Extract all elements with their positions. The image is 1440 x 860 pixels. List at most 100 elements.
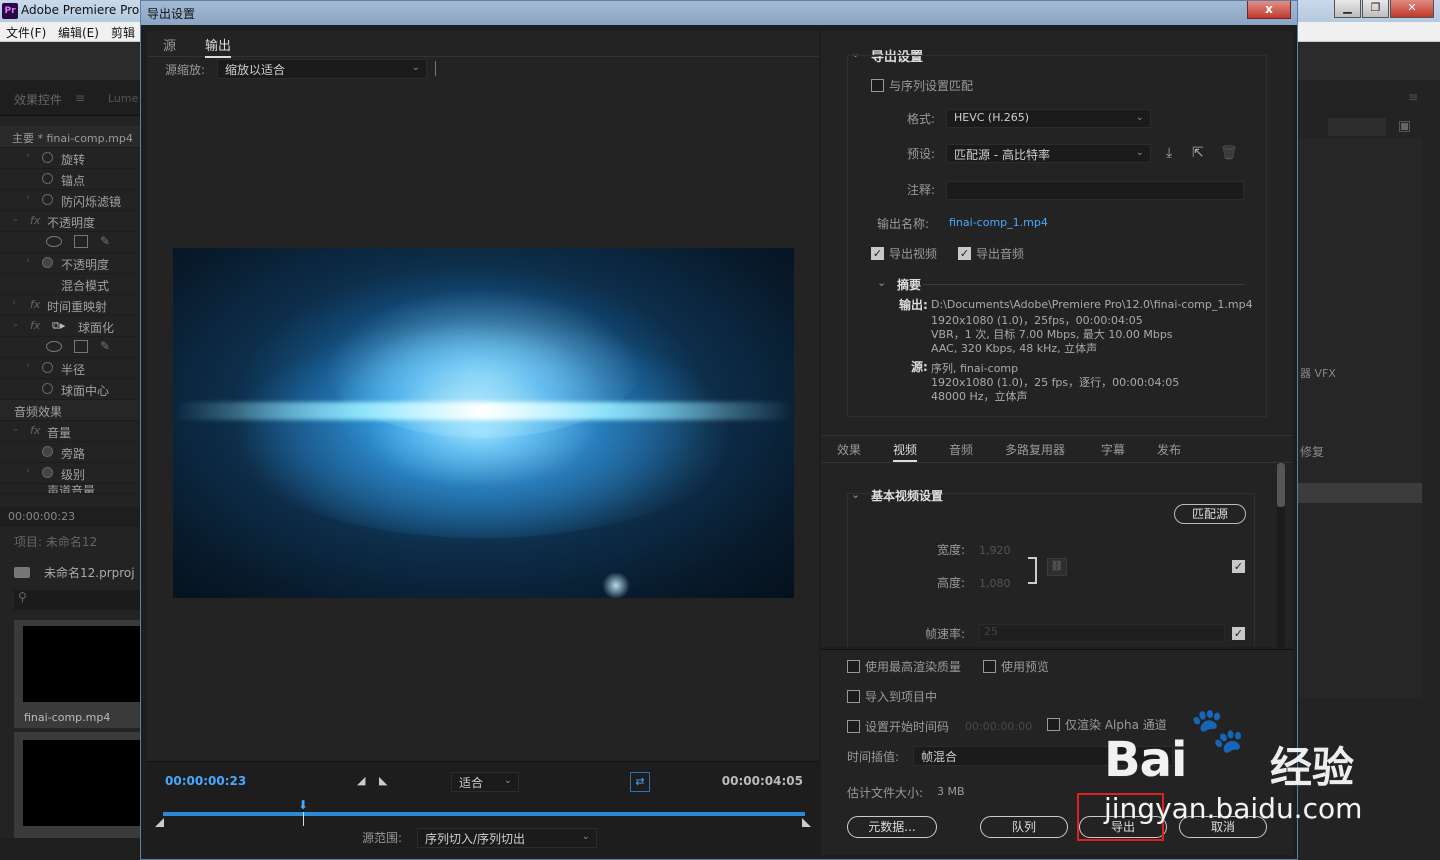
playhead-icon[interactable]: ⬇ xyxy=(298,798,308,812)
stopwatch-icon[interactable] xyxy=(42,173,53,184)
format-dropdown[interactable]: HEVC (H.265) ⌄ xyxy=(946,109,1151,128)
panel-menu-icon[interactable]: ≡ xyxy=(1408,90,1418,104)
effect-row[interactable]: › 级别 xyxy=(0,463,140,484)
summary-header[interactable]: 摘要 xyxy=(897,276,921,293)
source-scale-dropdown[interactable]: 缩放以适合 ⌄ xyxy=(217,59,427,79)
effect-row[interactable]: ⌄ fx 音量 xyxy=(0,421,140,442)
stopwatch-icon[interactable] xyxy=(42,152,53,163)
current-timecode[interactable]: 00:00:00:23 xyxy=(165,774,246,788)
stopwatch-icon[interactable] xyxy=(42,194,53,205)
match-dimensions-checkbox[interactable]: ✓ xyxy=(1232,560,1245,573)
save-preset-icon[interactable]: ⤓ xyxy=(1166,145,1172,161)
effect-row[interactable]: ⌄ fx ⧉▸ 球面化 xyxy=(0,316,140,337)
chevron-right-icon[interactable]: › xyxy=(26,151,30,161)
chevron-down-icon[interactable]: ⌄ xyxy=(851,488,860,501)
import-preset-icon[interactable]: ⇱ xyxy=(1192,145,1204,161)
preset-dropdown[interactable]: 匹配源 - 高比特率 ⌄ xyxy=(946,144,1151,163)
set-out-point-icon[interactable]: ◣ xyxy=(379,774,387,787)
fx-icon[interactable]: fx xyxy=(30,214,40,227)
set-in-point-icon[interactable]: ◢ xyxy=(357,774,365,787)
panel-menu-icon[interactable]: ≡ xyxy=(75,91,85,105)
settings-scrollbar-thumb[interactable] xyxy=(1277,463,1285,507)
dialog-close-button[interactable]: x xyxy=(1247,1,1291,19)
render-alpha-checkbox[interactable] xyxy=(1047,718,1060,731)
width-value[interactable]: 1,920 xyxy=(979,544,1011,557)
sequence-thumbnail[interactable] xyxy=(14,732,140,840)
menu-file[interactable]: 文件(F) xyxy=(6,24,46,41)
tab-effect-controls[interactable]: 效果控件 xyxy=(14,91,62,108)
chain-link-icon[interactable]: ⛓ xyxy=(1047,558,1067,576)
cancel-button[interactable]: 取消 xyxy=(1179,816,1267,838)
project-search-input[interactable]: ⚲ xyxy=(14,590,140,610)
framerate-dropdown[interactable]: 25 xyxy=(979,624,1225,642)
effect-row[interactable]: 声道音量 xyxy=(0,484,140,494)
fx-icon[interactable]: fx xyxy=(30,319,40,332)
effect-row[interactable]: › 半径 xyxy=(0,358,140,379)
effect-controls-timecode[interactable]: 00:00:00:23 xyxy=(0,507,140,527)
stopwatch-icon[interactable] xyxy=(42,362,53,373)
aspect-correction-icon[interactable]: ⇄ xyxy=(630,772,650,792)
timeline-scrub-bar[interactable] xyxy=(163,812,805,816)
chevron-right-icon[interactable]: › xyxy=(12,298,16,308)
chevron-down-icon[interactable]: ⌄ xyxy=(12,424,20,434)
queue-button[interactable]: 队列 xyxy=(980,816,1068,838)
import-into-project-checkbox[interactable] xyxy=(847,690,860,703)
ellipse-mask-icon[interactable] xyxy=(46,236,62,247)
basic-video-header[interactable]: 基本视频设置 xyxy=(871,487,943,504)
chevron-down-icon[interactable]: ⌄ xyxy=(12,214,20,224)
match-framerate-checkbox[interactable]: ✓ xyxy=(1232,627,1245,640)
source-range-dropdown[interactable]: 序列切入/序列切出 ⌄ xyxy=(417,828,597,848)
stopwatch-icon[interactable] xyxy=(42,257,53,268)
height-value[interactable]: 1,080 xyxy=(979,577,1011,590)
effect-row[interactable]: ⌄ fx 不透明度 xyxy=(0,211,140,232)
chevron-right-icon[interactable]: › xyxy=(26,361,30,371)
effect-row[interactable]: 球面中心 xyxy=(0,379,140,400)
effects-selected-row[interactable] xyxy=(1298,483,1422,503)
tab-lumetri[interactable]: Lume xyxy=(108,92,138,105)
tab-captions[interactable]: 字幕 xyxy=(1101,441,1125,458)
max-render-quality-checkbox[interactable] xyxy=(847,660,860,673)
time-interpolation-dropdown[interactable]: 帧混合 xyxy=(913,746,1173,766)
comments-input[interactable] xyxy=(946,181,1244,200)
fx-icon[interactable]: fx xyxy=(30,298,40,311)
zoom-fit-dropdown[interactable]: 适合 ⌄ xyxy=(451,772,519,792)
maximize-button[interactable]: ❐ xyxy=(1362,0,1389,18)
start-timecode-input[interactable]: 00:00:00:00 xyxy=(965,720,1032,733)
menu-edit[interactable]: 编辑(E) xyxy=(58,24,99,41)
new-bin-icon[interactable]: ▣ xyxy=(1398,118,1411,134)
set-start-timecode-checkbox[interactable] xyxy=(847,720,860,733)
effects-search-input[interactable] xyxy=(1328,118,1386,136)
chevron-right-icon[interactable]: › xyxy=(26,193,30,203)
in-point-handle-icon[interactable] xyxy=(155,818,164,827)
match-source-button[interactable]: 匹配源 xyxy=(1174,504,1246,524)
effect-row[interactable]: › 旋转 xyxy=(0,148,140,169)
pen-mask-icon[interactable]: ✎ xyxy=(100,339,110,353)
use-previews-checkbox[interactable] xyxy=(983,660,996,673)
effect-row[interactable]: 混合模式 xyxy=(0,274,140,295)
chevron-right-icon[interactable]: › xyxy=(26,256,30,266)
rectangle-mask-icon[interactable] xyxy=(74,340,88,353)
chevron-down-icon[interactable]: ⌄ xyxy=(12,319,20,329)
tab-output[interactable]: 输出 xyxy=(205,35,232,58)
fx-icon[interactable]: fx xyxy=(30,424,40,437)
effect-row[interactable]: › fx 时间重映射 xyxy=(0,295,140,316)
tab-source[interactable]: 源 xyxy=(163,35,176,54)
minimize-button[interactable]: ▁ xyxy=(1334,0,1361,18)
app-close-button[interactable]: ✕ xyxy=(1390,0,1434,18)
project-title[interactable]: 项目: 未命名12 xyxy=(14,533,97,550)
effect-row[interactable]: › 不透明度 xyxy=(0,253,140,274)
delete-preset-icon[interactable]: 🗑 xyxy=(1220,145,1238,161)
effect-row[interactable]: 旁路 xyxy=(0,442,140,463)
stopwatch-icon[interactable] xyxy=(42,467,53,478)
export-audio-checkbox[interactable]: ✓ xyxy=(958,247,971,260)
master-clip-label[interactable]: 主要 * finai-comp.mp4 xyxy=(0,126,140,148)
pen-mask-icon[interactable]: ✎ xyxy=(100,234,110,248)
output-name-link[interactable]: finai-comp_1.mp4 xyxy=(949,216,1048,229)
effects-folder-repair[interactable]: 修复 xyxy=(1300,443,1324,460)
tab-effects[interactable]: 效果 xyxy=(837,441,861,458)
tab-publish[interactable]: 发布 xyxy=(1157,441,1181,458)
stopwatch-icon[interactable] xyxy=(42,383,53,394)
effects-folder-vfx[interactable]: 器 VFX xyxy=(1300,365,1336,381)
tab-video[interactable]: 视频 xyxy=(893,441,918,462)
match-sequence-checkbox[interactable] xyxy=(871,79,884,92)
